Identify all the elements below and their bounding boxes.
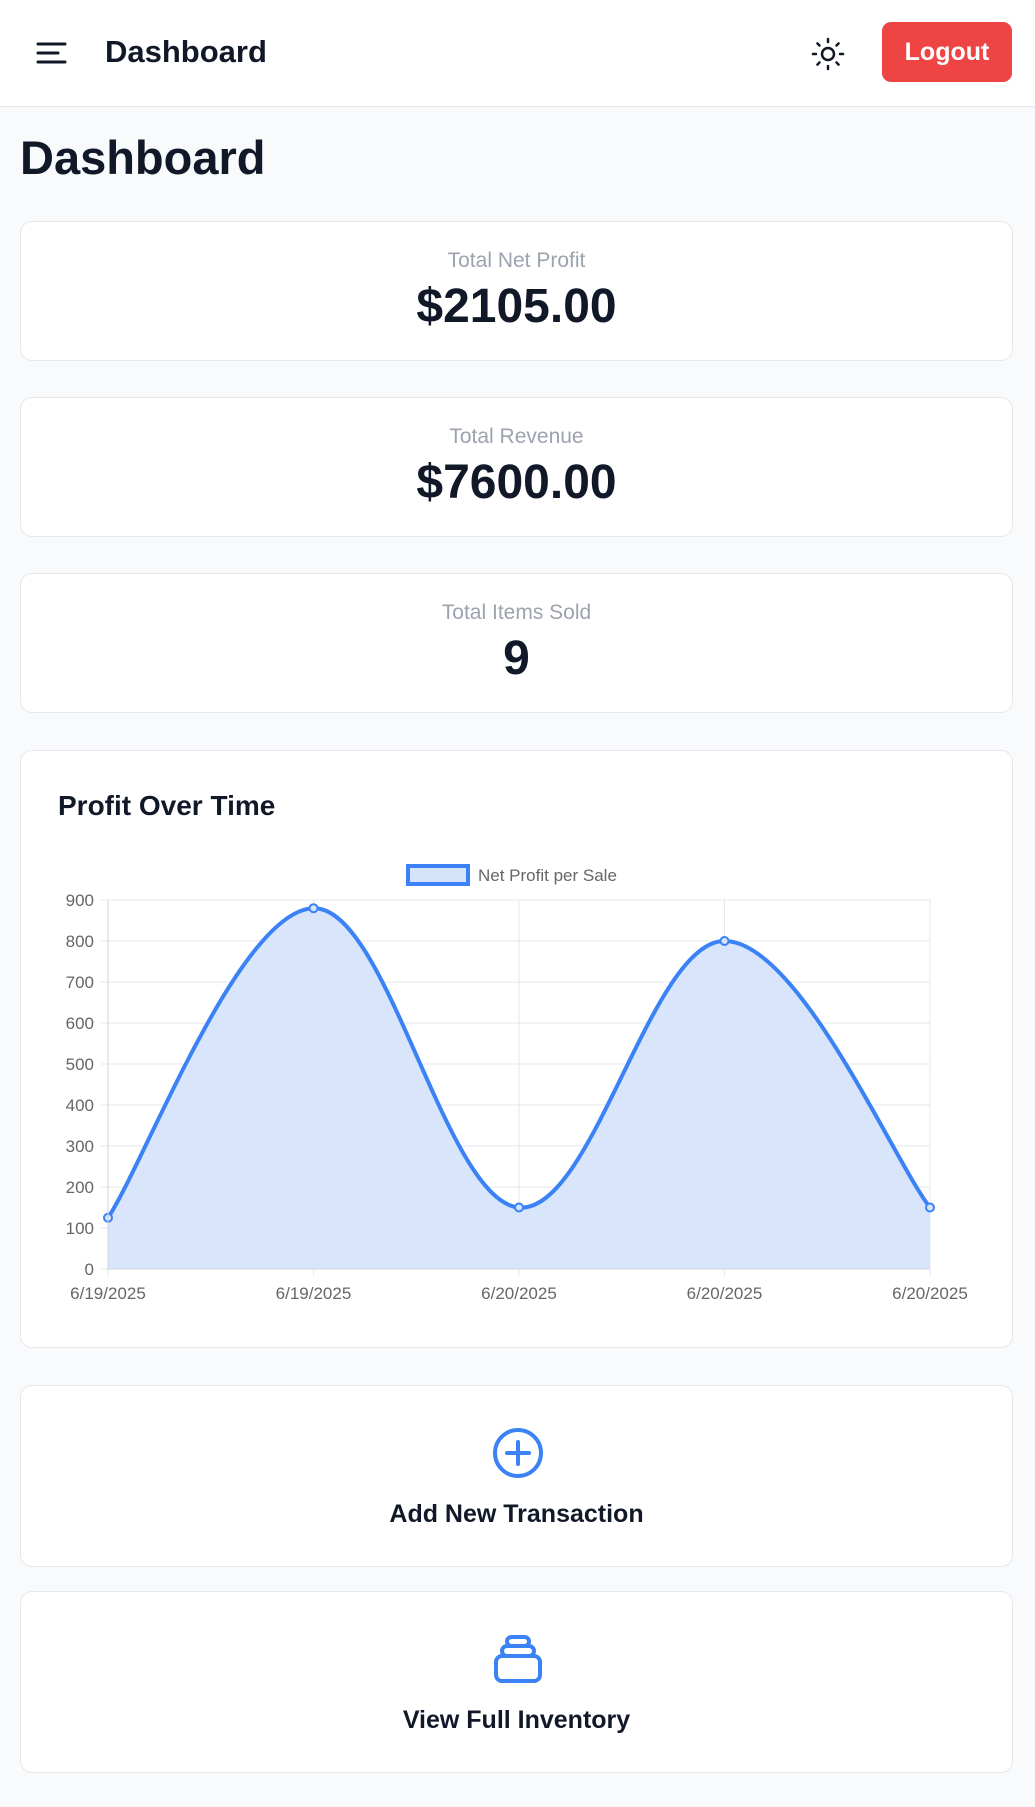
y-tick-label: 500 — [66, 1055, 94, 1074]
add-transaction-button[interactable]: Add New Transaction — [20, 1385, 1013, 1567]
app-title: Dashboard — [105, 34, 267, 69]
add-transaction-label: Add New Transaction — [389, 1500, 644, 1528]
stat-card-revenue: Total Revenue $7600.00 — [20, 397, 1013, 537]
data-point — [719, 936, 730, 946]
hamburger-menu-icon[interactable] — [30, 33, 72, 73]
stat-value: 9 — [503, 632, 530, 685]
x-tick-label: 6/19/2025 — [276, 1284, 352, 1303]
y-tick-label: 300 — [66, 1137, 94, 1156]
top-bar: Dashboard Logout — [0, 0, 1035, 107]
legend-swatch — [406, 864, 470, 886]
profit-chart: 0 100 200 300 400 500 600 700 800 900 6/19/2025 6/1… — [66, 864, 968, 1303]
view-inventory-label: View Full Inventory — [402, 1706, 631, 1734]
y-tick-label: 400 — [66, 1096, 94, 1115]
y-tick-label: 600 — [66, 1014, 94, 1033]
data-point — [308, 903, 319, 914]
data-point — [514, 1202, 524, 1213]
stat-value: $2105.00 — [416, 280, 617, 333]
y-tick-label: 700 — [66, 973, 94, 992]
stat-label: Total Revenue — [449, 425, 584, 448]
y-tick-label: 100 — [66, 1219, 94, 1238]
stat-card-net-profit: Total Net Profit $2105.00 — [20, 221, 1013, 361]
x-tick-label: 6/20/2025 — [481, 1284, 557, 1303]
stat-label: Total Net Profit — [447, 249, 586, 272]
x-tick-label: 6/19/2025 — [70, 1284, 146, 1303]
logout-button[interactable]: Logout — [882, 22, 1012, 82]
inventory-stack-icon — [491, 1632, 545, 1686]
profit-chart-card: Profit Over Time 0 100 200 300 400 500 600 700 8… — [20, 750, 1013, 1348]
x-tick-label: 6/20/2025 — [892, 1284, 968, 1303]
stat-card-items-sold: Total Items Sold 9 — [20, 573, 1013, 713]
view-inventory-button[interactable]: View Full Inventory — [20, 1591, 1013, 1773]
x-tick-label: 6/20/2025 — [687, 1284, 763, 1303]
y-tick-label: 900 — [66, 891, 94, 910]
y-tick-label: 800 — [66, 932, 94, 951]
plus-circle-icon — [491, 1426, 545, 1480]
page-title: Dashboard — [20, 131, 266, 184]
data-point — [925, 1202, 935, 1213]
stat-value: $7600.00 — [416, 456, 617, 509]
stat-label: Total Items Sold — [441, 601, 592, 624]
sun-icon[interactable] — [808, 34, 848, 74]
legend-label: Net Profit per Sale — [478, 866, 617, 885]
y-tick-label: 200 — [66, 1178, 94, 1197]
y-tick-label: 0 — [85, 1260, 94, 1279]
